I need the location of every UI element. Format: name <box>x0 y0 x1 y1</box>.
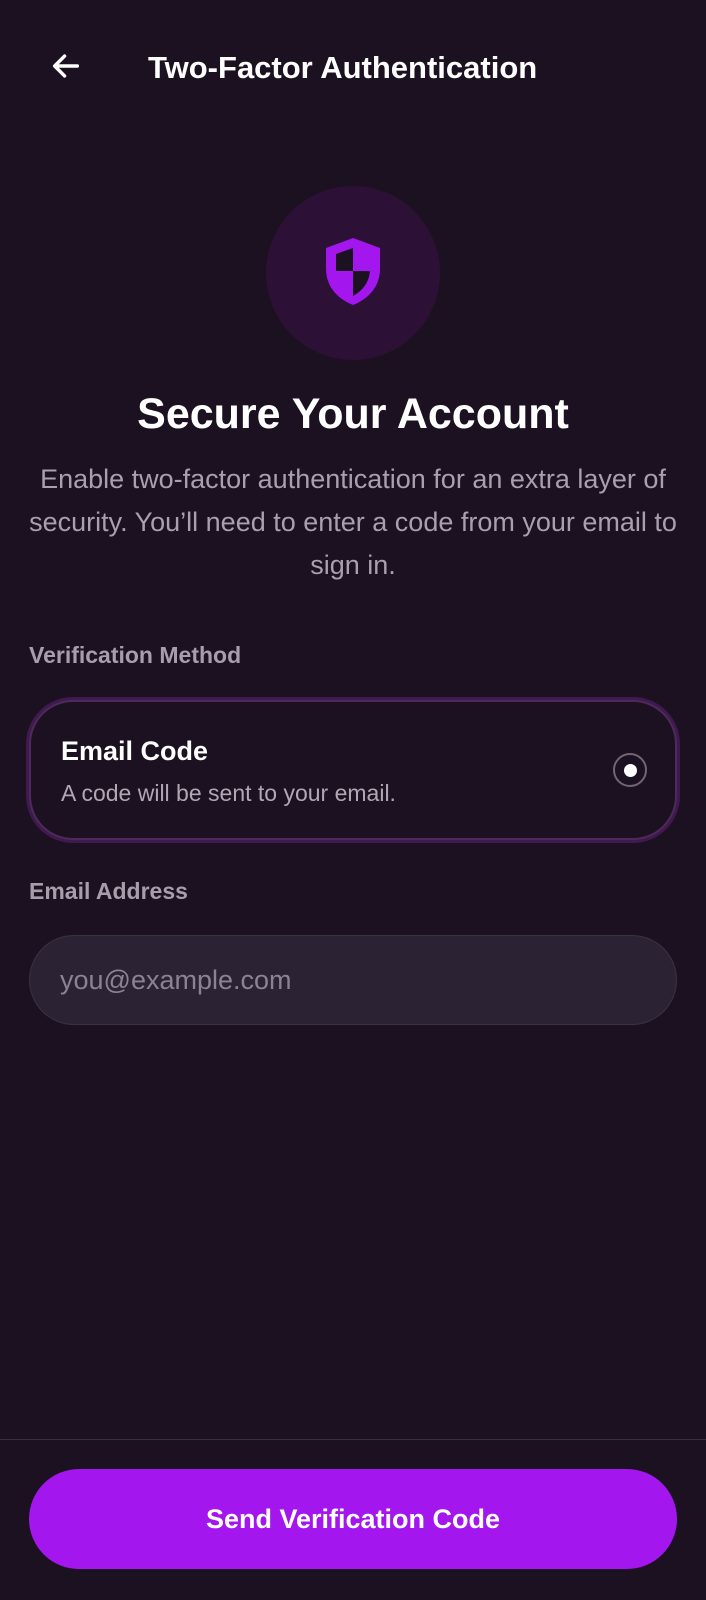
radio-selected-dot <box>623 763 637 777</box>
verification-method-label: Verification Method <box>29 642 242 668</box>
shield-icon <box>322 235 384 312</box>
send-verification-code-button[interactable]: Send Verification Code <box>29 1469 677 1569</box>
hero-title: Secure Your Account <box>137 390 569 438</box>
bottom-divider <box>0 1439 706 1440</box>
back-button[interactable] <box>42 44 90 92</box>
email-code-option[interactable]: Email Code A code will be sent to your e… <box>29 700 677 840</box>
arrow-left-icon <box>49 49 83 88</box>
page-title: Two-Factor Authentication <box>148 50 538 85</box>
hero-description: Enable two-factor authentication for an … <box>29 464 677 580</box>
radio-button[interactable] <box>613 753 647 787</box>
two-factor-screen: Two-Factor Authentication Secure Your Ac… <box>0 0 706 1600</box>
option-title: Email Code <box>61 736 209 766</box>
email-address-label: Email Address <box>29 878 188 904</box>
option-subtitle: A code will be sent to your email. <box>61 780 396 806</box>
hero-icon-circle <box>266 186 440 360</box>
email-input[interactable] <box>29 935 677 1025</box>
app-header: Two-Factor Authentication <box>0 0 706 140</box>
